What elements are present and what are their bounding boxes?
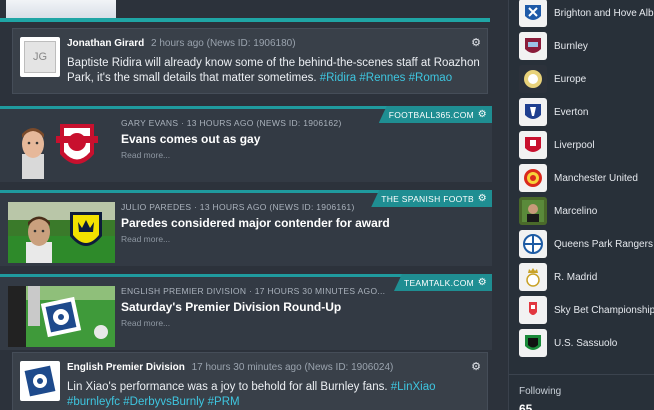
news-item[interactable]: FOOTBALL365.COM ⚙ GARY EVANS · 13 HOURS … [0,106,492,182]
club-item[interactable]: Brighton and Hove Albi [519,0,654,28]
news-thumbnail [8,202,115,263]
news-feed: JG Jonathan Girard 2 hours ago (News ID:… [0,0,508,410]
hashtag[interactable]: #Rennes [359,72,405,84]
news-item[interactable]: TEAMTALK.COM ⚙ ENGLISH PREMIER DIVISION … [0,274,492,350]
post-author: Jonathan Girard 2 hours ago (News ID: 19… [67,38,296,49]
avatar: JG [20,37,60,77]
manutd-crest-icon [519,164,547,192]
following-label: Following [519,386,562,397]
gear-icon[interactable]: ⚙ [478,109,487,120]
news-meta: JULIO PAREDES · 13 HOURS AGO (NEWS ID: 1… [121,202,355,212]
news-source[interactable]: TEAMTALK.COM ⚙ [393,274,492,291]
news-meta: GARY EVANS · 13 HOURS AGO (NEWS ID: 1906… [121,118,342,128]
burnley-crest-icon [519,32,547,60]
club-name: Brighton and Hove Albi [554,7,654,19]
following-count: 65 [519,402,533,410]
news-headline[interactable]: Saturday's Premier Division Round-Up [121,300,341,314]
club-crest-icon [70,212,102,246]
hashtag[interactable]: #DerbyvsBurnly [123,396,204,408]
social-post[interactable]: JG Jonathan Girard 2 hours ago (News ID:… [12,28,488,94]
player-face-icon [26,216,52,263]
hashtag[interactable]: #Romao [409,72,452,84]
club-item[interactable]: Europe [519,64,654,94]
club-name: Burnley [554,40,588,52]
post-meta: 2 hours ago (News ID: 1906180) [151,38,296,49]
news-headline[interactable]: Paredes considered major contender for a… [121,216,390,230]
liverpool-crest-icon [519,131,547,159]
club-item[interactable]: Burnley [519,31,654,61]
qpr-crest-icon [519,230,547,258]
read-more-link[interactable]: Read more... [121,318,170,328]
social-post[interactable]: English Premier Division 17 hours 30 min… [12,352,488,410]
source-label: FOOTBALL365.COM [388,109,474,120]
gear-icon[interactable]: ⚙ [471,36,481,49]
club-name: Sky Bet Championship [554,304,654,316]
hashtag[interactable]: #burnleyfc [67,396,120,408]
source-label: THE SPANISH FOOTB [381,193,474,204]
hashtag[interactable]: #Ridira [320,72,356,84]
gear-icon[interactable]: ⚙ [478,193,487,204]
club-name: Liverpool [554,139,595,151]
avatar [20,361,60,401]
previous-item-thumbnail[interactable] [6,0,116,20]
post-meta: 17 hours 30 minutes ago (News ID: 190602… [191,362,394,373]
news-thumbnail [8,286,115,347]
league-logo-icon [24,365,56,397]
author-name[interactable]: Jonathan Girard [67,38,144,49]
news-item[interactable]: THE SPANISH FOOTB ⚙ JULIO PAREDES · 13 H… [0,190,492,266]
realmadrid-crest-icon [519,263,547,291]
club-name: U.S. Sassuolo [554,337,618,349]
post-body: Baptiste Ridira will already know some o… [67,56,485,86]
club-item[interactable]: R. Madrid [519,262,654,292]
source-label: TEAMTALK.COM [403,277,474,288]
brighton-crest-icon [519,0,547,27]
sassuolo-crest-icon [519,329,547,357]
club-item[interactable]: Manchester United [519,163,654,193]
read-more-link[interactable]: Read more... [121,234,170,244]
club-item[interactable]: Queens Park Rangers [519,229,654,259]
club-item[interactable]: Sky Bet Championship [519,295,654,325]
club-item[interactable]: Liverpool [519,130,654,160]
gear-icon[interactable]: ⚙ [478,277,487,288]
avatar-initials: JG [24,41,56,73]
news-thumbnail [8,118,115,179]
everton-crest-icon [519,98,547,126]
club-item[interactable]: U.S. Sassuolo [519,328,654,358]
following-sidebar: Brighton and Hove Albi Burnley Europe Ev… [508,0,654,410]
news-meta: ENGLISH PREMIER DIVISION · 17 HOURS 30 M… [121,286,386,296]
club-name: Queens Park Rangers [554,238,653,250]
hashtag[interactable]: #PRM [208,396,240,408]
gear-icon[interactable]: ⚙ [471,360,481,373]
person-photo-icon [519,197,547,225]
club-name: Everton [554,106,589,118]
news-source[interactable]: FOOTBALL365.COM ⚙ [378,106,492,123]
club-item[interactable]: Everton [519,97,654,127]
post-author: English Premier Division 17 hours 30 min… [67,362,393,373]
divider [509,374,654,375]
club-name: Europe [554,73,587,85]
championship-icon [519,296,547,324]
europe-icon [519,65,547,93]
player-face-icon [22,128,44,179]
club-item[interactable]: Marcelino [519,196,654,226]
league-logo-icon [40,296,82,338]
read-more-link[interactable]: Read more... [121,150,170,160]
author-name[interactable]: English Premier Division [67,362,185,373]
club-name: Marcelino [554,205,598,217]
club-name: Manchester United [554,172,638,184]
divider [0,18,490,22]
post-text: Lin Xiao's performance was a joy to beho… [67,381,388,393]
news-source[interactable]: THE SPANISH FOOTB ⚙ [371,190,492,207]
hashtag[interactable]: #LinXiao [391,381,436,393]
post-body: Lin Xiao's performance was a joy to beho… [67,380,485,410]
club-name: R. Madrid [554,271,598,283]
news-headline[interactable]: Evans comes out as gay [121,132,260,146]
